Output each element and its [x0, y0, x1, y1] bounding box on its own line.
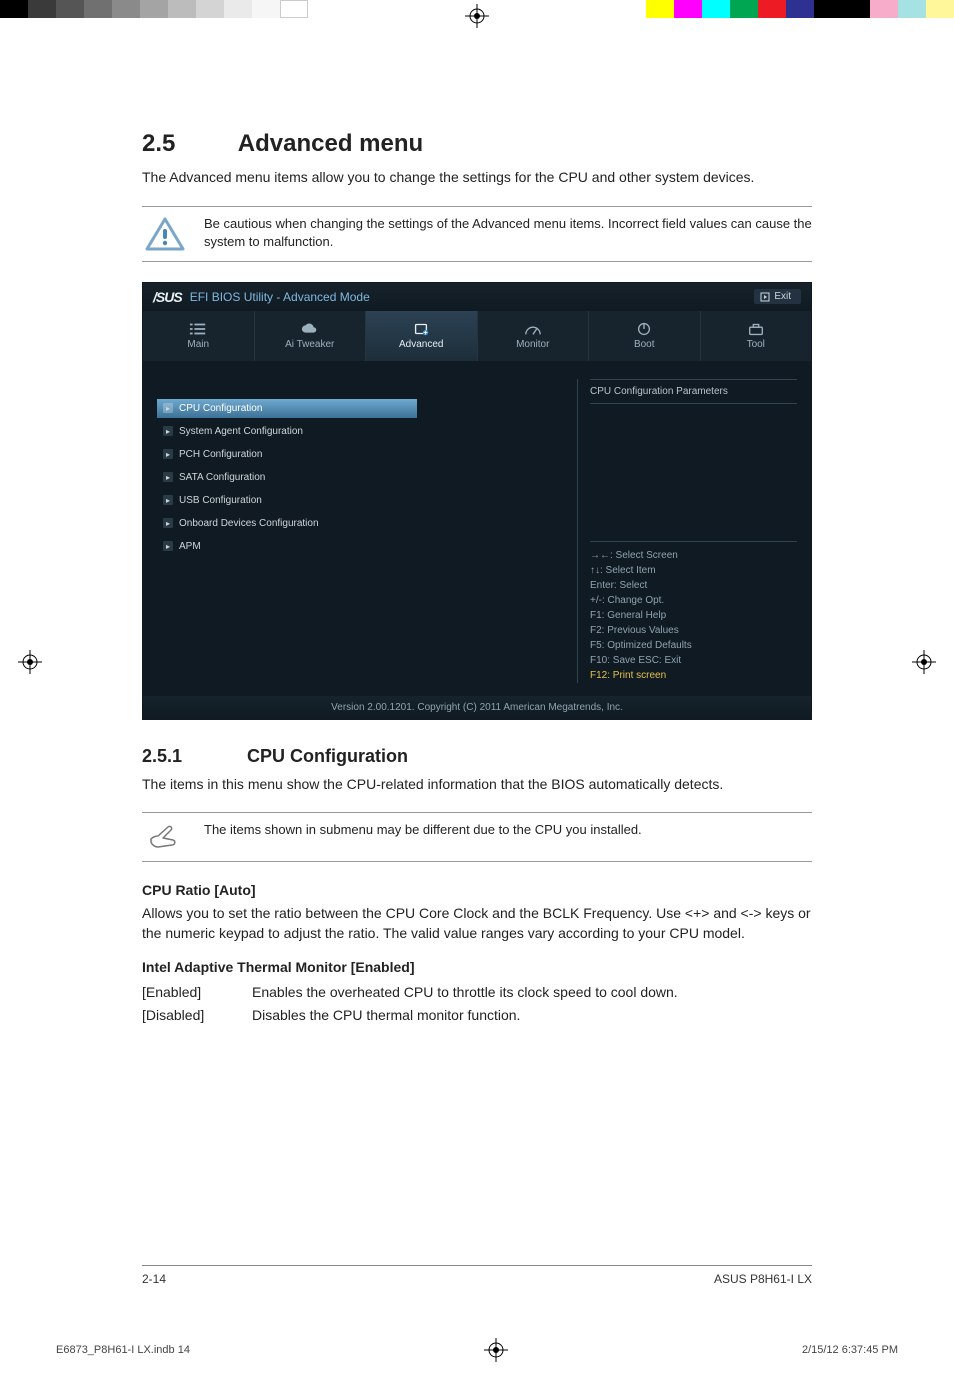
key-hint: F1: General Help [590, 608, 797, 623]
subsection-title: CPU Configuration [247, 746, 408, 766]
note-callout: The items shown in submenu may be differ… [142, 812, 812, 862]
bios-header: /SUS EFI BIOS Utility - Advanced Mode Ex… [143, 283, 811, 311]
source-file: E6873_P8H61-I LX.indb 14 [56, 1344, 190, 1356]
menu-system-agent-configuration[interactable]: ▸ System Agent Configuration [157, 422, 565, 441]
setting-cpu-ratio-heading: CPU Ratio [Auto] [142, 882, 812, 898]
list-icon [189, 321, 207, 337]
tab-monitor[interactable]: Monitor [478, 311, 590, 361]
option-key: [Disabled] [142, 1004, 252, 1026]
tab-boot[interactable]: Boot [589, 311, 701, 361]
option-enabled-row: [Enabled] Enables the overheated CPU to … [142, 981, 812, 1003]
bios-screenshot: /SUS EFI BIOS Utility - Advanced Mode Ex… [142, 282, 812, 720]
asus-logo: /SUS [153, 289, 182, 305]
tab-main[interactable]: Main [143, 311, 255, 361]
chevron-right-icon: ▸ [163, 495, 173, 505]
key-hint: Enter: Select [590, 578, 797, 593]
caution-icon [145, 217, 185, 253]
page-footer: 2-14 ASUS P8H61-I LX [142, 1265, 812, 1286]
tab-label: Ai Tweaker [285, 339, 334, 350]
menu-label: USB Configuration [179, 495, 262, 506]
chevron-right-icon: ▸ [163, 541, 173, 551]
tab-label: Advanced [399, 339, 443, 350]
menu-label: Onboard Devices Configuration [179, 518, 319, 529]
option-key: [Enabled] [142, 981, 252, 1003]
note-hand-icon [145, 823, 185, 853]
registration-mark-icon [18, 650, 42, 674]
page-number: 2-14 [142, 1272, 166, 1286]
chevron-right-icon: ▸ [163, 426, 173, 436]
timestamp: 2/15/12 6:37:45 PM [802, 1344, 898, 1356]
registration-mark-icon [912, 650, 936, 674]
registration-mark-icon [465, 4, 489, 28]
exit-icon [760, 292, 770, 302]
menu-label: PCH Configuration [179, 449, 262, 460]
bios-version-footer: Version 2.00.1201. Copyright (C) 2011 Am… [143, 696, 811, 719]
chevron-right-icon: ▸ [163, 449, 173, 459]
subsection-heading: 2.5.1 CPU Configuration [142, 746, 812, 767]
menu-onboard-devices-configuration[interactable]: ▸ Onboard Devices Configuration [157, 514, 565, 533]
section-title: Advanced menu [238, 130, 423, 157]
note-text: The items shown in submenu may be differ… [204, 821, 642, 839]
tab-ai-tweaker[interactable]: Ai Tweaker [255, 311, 367, 361]
menu-usb-configuration[interactable]: ▸ USB Configuration [157, 491, 565, 510]
exit-button[interactable]: Exit [754, 289, 801, 304]
tab-advanced[interactable]: Advanced [366, 311, 478, 361]
power-icon [635, 321, 653, 337]
menu-sata-configuration[interactable]: ▸ SATA Configuration [157, 468, 565, 487]
tab-label: Boot [634, 339, 655, 350]
page-content: 2.5 Advanced menu The Advanced menu item… [142, 130, 812, 1026]
setting-thermal-heading: Intel Adaptive Thermal Monitor [Enabled] [142, 959, 812, 975]
tab-tool[interactable]: Tool [701, 311, 812, 361]
toolbox-icon [747, 321, 765, 337]
chevron-right-icon: ▸ [163, 403, 173, 413]
key-hint: F10: Save ESC: Exit [590, 653, 797, 668]
setting-cpu-ratio-desc: Allows you to set the ratio between the … [142, 904, 812, 943]
key-hint: F2: Previous Values [590, 623, 797, 638]
key-hint-highlight: F12: Print screen [590, 668, 797, 683]
proof-footer: E6873_P8H61-I LX.indb 14 2/15/12 6:37:45… [56, 1338, 898, 1362]
cloud-icon [301, 321, 319, 337]
menu-label: APM [179, 541, 201, 552]
option-disabled-row: [Disabled] Disables the CPU thermal moni… [142, 1004, 812, 1026]
menu-cpu-configuration[interactable]: ▸ CPU Configuration [157, 399, 417, 418]
chevron-right-icon: ▸ [163, 472, 173, 482]
registration-mark-icon [484, 1338, 508, 1362]
bios-tab-bar: Main Ai Tweaker Advanced Monitor Boot To… [143, 311, 811, 361]
tab-label: Tool [747, 339, 765, 350]
tab-label: Monitor [516, 339, 549, 350]
menu-apm[interactable]: ▸ APM [157, 537, 565, 556]
key-hint: →←: Select Screen [590, 548, 797, 563]
bios-help-pane: CPU Configuration Parameters →←: Select … [577, 379, 797, 683]
bios-mode-title: EFI BIOS Utility - Advanced Mode [190, 290, 755, 304]
caution-callout: Be cautious when changing the settings o… [142, 206, 812, 262]
subsection-number: 2.5.1 [142, 746, 242, 767]
gauge-icon [524, 321, 542, 337]
exit-label: Exit [774, 291, 791, 302]
chevron-right-icon: ▸ [163, 518, 173, 528]
key-hint: ↑↓: Select Item [590, 563, 797, 578]
menu-label: SATA Configuration [179, 472, 265, 483]
section-intro: The Advanced menu items allow you to cha… [142, 168, 812, 188]
bios-menu-list: ▸ CPU Configuration ▸ System Agent Configu… [157, 379, 577, 683]
menu-pch-configuration[interactable]: ▸ PCH Configuration [157, 445, 565, 464]
menu-label: CPU Configuration [179, 403, 262, 414]
option-value: Disables the CPU thermal monitor functio… [252, 1004, 520, 1026]
caution-text: Be cautious when changing the settings o… [204, 215, 812, 251]
option-value: Enables the overheated CPU to throttle i… [252, 981, 678, 1003]
section-number: 2.5 [142, 130, 232, 158]
help-title: CPU Configuration Parameters [590, 379, 797, 404]
product-name: ASUS P8H61-I LX [714, 1272, 812, 1286]
menu-label: System Agent Configuration [179, 426, 303, 437]
tab-label: Main [187, 339, 209, 350]
key-hint: F5: Optimized Defaults [590, 638, 797, 653]
section-heading: 2.5 Advanced menu [142, 130, 812, 158]
subsection-intro: The items in this menu show the CPU-rela… [142, 775, 812, 795]
keyboard-help: →←: Select Screen ↑↓: Select Item Enter:… [590, 541, 797, 683]
chip-icon [412, 321, 430, 337]
key-hint: +/-: Change Opt. [590, 593, 797, 608]
